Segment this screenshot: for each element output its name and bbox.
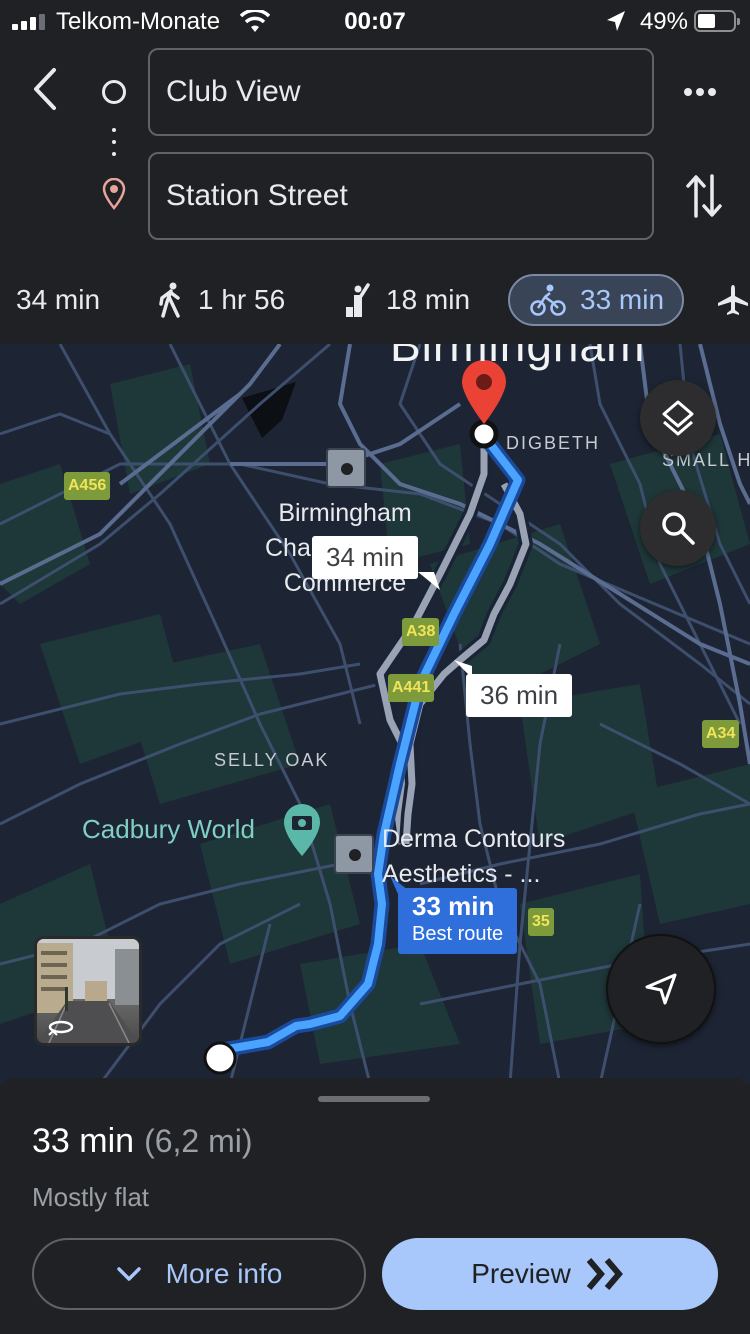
- route-distance: (6,2 mi): [144, 1123, 253, 1159]
- tab-bicycle[interactable]: 33 min: [508, 274, 684, 326]
- route-bubble-alt-34[interactable]: 34 min: [312, 536, 419, 579]
- route-bubble-alt-34-label: 34 min: [326, 542, 405, 572]
- more-options-button[interactable]: [684, 84, 720, 100]
- street-view-thumbnail[interactable]: [34, 936, 142, 1046]
- destination-input[interactable]: Station Street: [148, 152, 654, 240]
- bubble-tail: [390, 876, 408, 894]
- airplane-icon: [718, 285, 748, 315]
- clock: 00:07: [344, 8, 406, 35]
- area-label-digbeth: DIGBETH: [506, 433, 601, 453]
- origin-input[interactable]: Club View: [148, 48, 654, 136]
- chevron-down-icon: [116, 1267, 141, 1281]
- bubble-tail: [418, 572, 440, 590]
- map-view[interactable]: Birmingham DIGBETH SMALL H SELLY OAK A45…: [0, 344, 750, 1084]
- tab-walk-label: 1 hr 56: [198, 284, 286, 315]
- route-summary: 33 min (6,2 mi): [32, 1122, 253, 1161]
- sheet-drag-handle[interactable]: [318, 1096, 430, 1102]
- road-shield-a456: A456: [64, 472, 111, 500]
- bubble-tail: [454, 660, 472, 678]
- search-along-route-button[interactable]: [640, 490, 716, 566]
- battery-percent: 49%: [639, 8, 688, 35]
- tab-drive[interactable]: 34 min: [16, 274, 100, 326]
- tab-ride-hailing[interactable]: 18 min: [344, 274, 470, 326]
- city-label: Birmingham: [390, 344, 646, 371]
- more-info-label: More info: [165, 1258, 283, 1289]
- layers-button[interactable]: [640, 380, 716, 456]
- tab-bicycle-label: 33 min: [580, 284, 665, 315]
- poi-label-chamber-line1: Birmingham: [278, 499, 412, 527]
- navigation-arrow-icon: [645, 973, 677, 1005]
- battery-icon: [694, 10, 740, 32]
- road-shield-a34: A34: [702, 720, 740, 748]
- tab-drive-label: 34 min: [16, 284, 101, 315]
- double-chevron-right-icon: [586, 1258, 623, 1290]
- route-connector-dots: [112, 128, 116, 164]
- destination-value: Station Street: [166, 179, 348, 212]
- status-bar: Telkom-Monate 00:07 49%: [0, 0, 750, 44]
- tab-walk[interactable]: 1 hr 56: [158, 274, 285, 326]
- preview-button[interactable]: Preview: [382, 1238, 718, 1310]
- my-location-button[interactable]: [606, 934, 716, 1044]
- poi-marker-chamber[interactable]: [326, 448, 366, 488]
- preview-label: Preview: [471, 1258, 571, 1289]
- origin-value: Club View: [166, 75, 301, 108]
- swap-locations-button[interactable]: [684, 172, 724, 220]
- route-terrain: Mostly flat: [32, 1182, 150, 1212]
- walking-icon: [159, 282, 180, 318]
- more-info-button[interactable]: More info: [32, 1238, 366, 1310]
- road-shield-35: 35: [528, 908, 554, 936]
- road-shield-a441: A441: [388, 674, 435, 702]
- search-icon: [662, 512, 695, 545]
- route-bubble-alt-36[interactable]: 36 min: [466, 674, 573, 717]
- route-bubble-alt-36-label: 36 min: [480, 680, 559, 710]
- origin-circle-icon: [102, 80, 126, 104]
- poi-marker-derma[interactable]: [334, 834, 374, 874]
- route-bubble-best[interactable]: 33 min Best route: [398, 888, 518, 954]
- road-shield-a38: A38: [402, 618, 440, 646]
- route-duration: 33 min: [32, 1122, 135, 1160]
- hail-ride-icon: [346, 283, 370, 317]
- tab-ride-hailing-label: 18 min: [386, 284, 471, 315]
- best-route-label: Best route: [412, 923, 504, 945]
- poi-label-derma-line1: Derma Contours: [382, 825, 566, 853]
- best-route-time: 33 min: [412, 891, 495, 921]
- directions-header: Club View Station Street 34 min 1 hr 56 …: [0, 44, 750, 344]
- tab-flight[interactable]: [716, 274, 750, 326]
- layers-icon: [662, 400, 694, 436]
- route-details-sheet: 33 min (6,2 mi) Mostly flat More info Pre…: [0, 1078, 750, 1334]
- travel-mode-tabs: 34 min 1 hr 56 18 min 33 min: [0, 270, 750, 330]
- bicycle-icon: [530, 284, 566, 316]
- area-label-selly-oak: SELLY OAK: [214, 750, 330, 770]
- back-button[interactable]: [28, 66, 64, 112]
- camera-pin-icon[interactable]: [282, 802, 322, 858]
- destination-pin-icon: [102, 178, 126, 210]
- poi-label-cadbury-world[interactable]: Cadbury World: [82, 814, 255, 845]
- location-services-icon: [607, 11, 625, 31]
- rotate-360-icon: [48, 1020, 74, 1036]
